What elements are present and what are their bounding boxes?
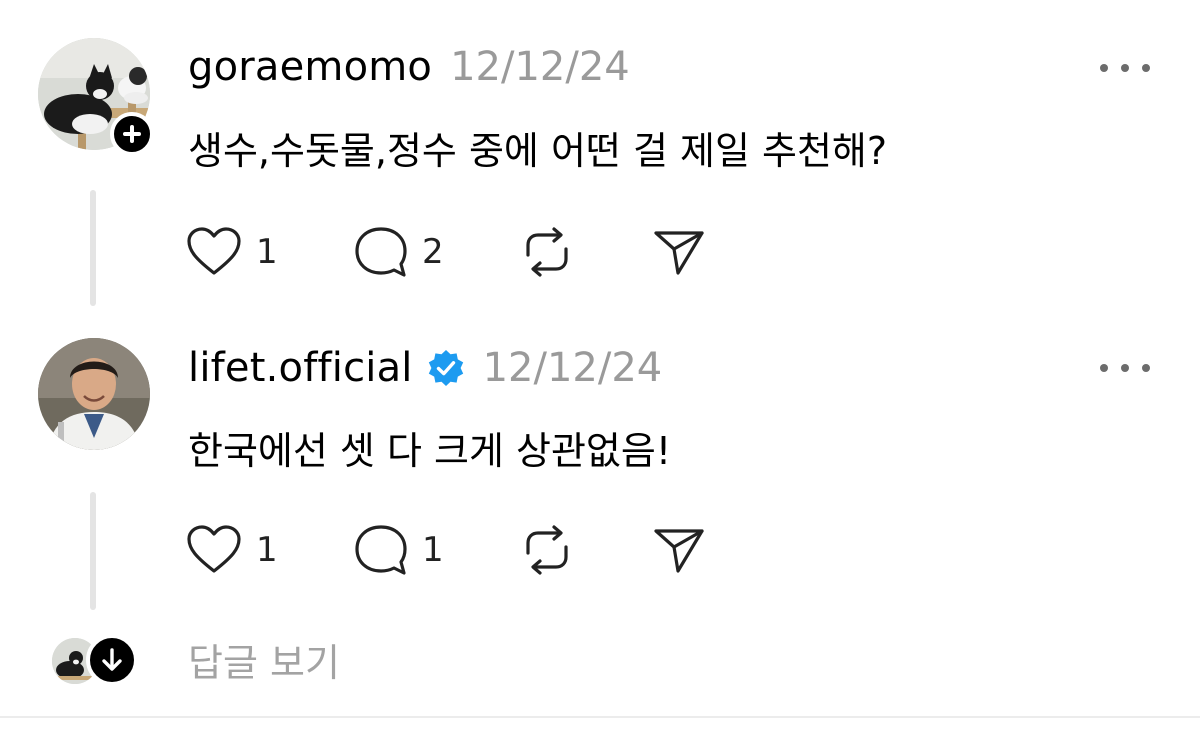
post-text: 한국에선 셋 다 크게 상관없음! — [188, 429, 672, 473]
like-button[interactable]: 1 — [186, 222, 278, 282]
repost-icon — [526, 227, 568, 277]
send-icon — [654, 231, 704, 275]
timestamp: 12/12/24 — [450, 44, 630, 90]
post-goraemomo: goraemomo 12/12/24 생수,수돗물,정수 중에 어떤 걸 제일 … — [0, 0, 1200, 320]
more-options-icon[interactable] — [1100, 58, 1150, 78]
action-bar: 1 2 — [186, 222, 746, 282]
like-count: 1 — [256, 530, 278, 570]
like-button[interactable]: 1 — [186, 520, 278, 580]
username[interactable]: lifet.official — [188, 345, 413, 391]
timestamp: 12/12/24 — [482, 345, 663, 391]
heart-icon — [187, 525, 241, 573]
repost-button[interactable] — [520, 520, 574, 580]
comment-button[interactable]: 1 — [354, 520, 444, 580]
comment-bubble-icon — [355, 227, 407, 277]
comment-count: 1 — [422, 530, 444, 570]
heart-icon — [187, 227, 241, 275]
view-replies-link[interactable]: 답글 보기 — [188, 632, 340, 687]
avatar[interactable] — [38, 338, 150, 450]
comment-count: 2 — [422, 232, 444, 272]
post-text: 생수,수돗물,정수 중에 어떤 걸 제일 추천해? — [188, 129, 888, 173]
more-options-icon[interactable] — [1100, 358, 1150, 378]
repost-button[interactable] — [520, 222, 574, 282]
divider — [0, 716, 1200, 718]
send-icon — [654, 529, 704, 573]
comment-bubble-icon — [355, 525, 407, 575]
username[interactable]: goraemomo — [188, 44, 432, 90]
share-button[interactable] — [652, 520, 706, 580]
share-button[interactable] — [652, 222, 706, 282]
view-replies-row[interactable]: 답글 보기 — [0, 626, 1200, 696]
arrow-down-icon — [86, 634, 138, 686]
thread-line — [90, 492, 96, 610]
follow-plus-icon[interactable] — [110, 112, 154, 156]
post-header: goraemomo 12/12/24 — [188, 37, 630, 97]
post-header: lifet.official 12/12/24 — [188, 338, 662, 398]
comment-button[interactable]: 2 — [354, 222, 444, 282]
thread-line — [90, 190, 96, 306]
action-bar: 1 1 — [186, 520, 746, 580]
post-lifet-official: lifet.official 12/12/24 한국에선 셋 다 크게 상관없음… — [0, 320, 1200, 620]
repost-icon — [526, 525, 568, 575]
verified-badge-icon — [428, 350, 463, 386]
doctor-avatar-image — [38, 338, 150, 450]
like-count: 1 — [256, 232, 278, 272]
